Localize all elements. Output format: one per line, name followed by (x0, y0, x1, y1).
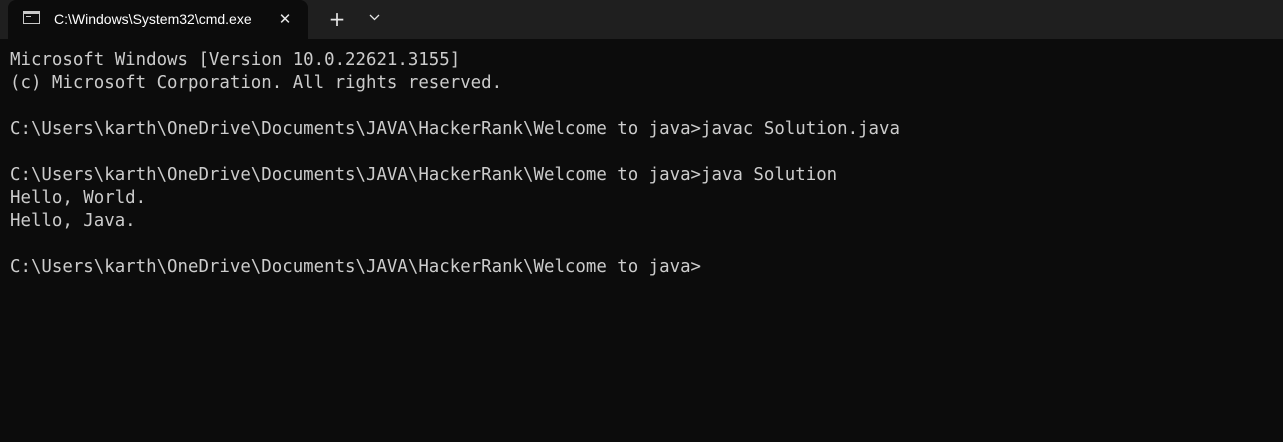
terminal-line: (c) Microsoft Corporation. All rights re… (10, 73, 503, 93)
new-tab-button[interactable]: + (324, 7, 350, 31)
cmd-icon (23, 11, 40, 24)
terminal-line: Hello, World. (10, 188, 147, 208)
terminal-window: C:\Windows\System32\cmd.exe ✕ + Microsof… (0, 0, 1283, 442)
title-bar: C:\Windows\System32\cmd.exe ✕ + (0, 0, 1283, 39)
terminal-line: C:\Users\karth\OneDrive\Documents\JAVA\H… (10, 119, 900, 139)
tab-cmd[interactable]: C:\Windows\System32\cmd.exe ✕ (8, 0, 308, 39)
tab-title: C:\Windows\System32\cmd.exe (54, 11, 252, 27)
terminal-line: C:\Users\karth\OneDrive\Documents\JAVA\H… (10, 165, 838, 185)
terminal-line: Hello, Java. (10, 211, 136, 231)
terminal-output[interactable]: Microsoft Windows [Version 10.0.22621.31… (10, 49, 1283, 442)
chevron-down-icon (369, 14, 379, 21)
terminal-prompt: C:\Users\karth\OneDrive\Documents\JAVA\H… (10, 257, 702, 277)
close-tab-button[interactable]: ✕ (274, 8, 296, 30)
tab-dropdown-button[interactable] (362, 7, 386, 31)
terminal-line: Microsoft Windows [Version 10.0.22621.31… (10, 50, 461, 70)
